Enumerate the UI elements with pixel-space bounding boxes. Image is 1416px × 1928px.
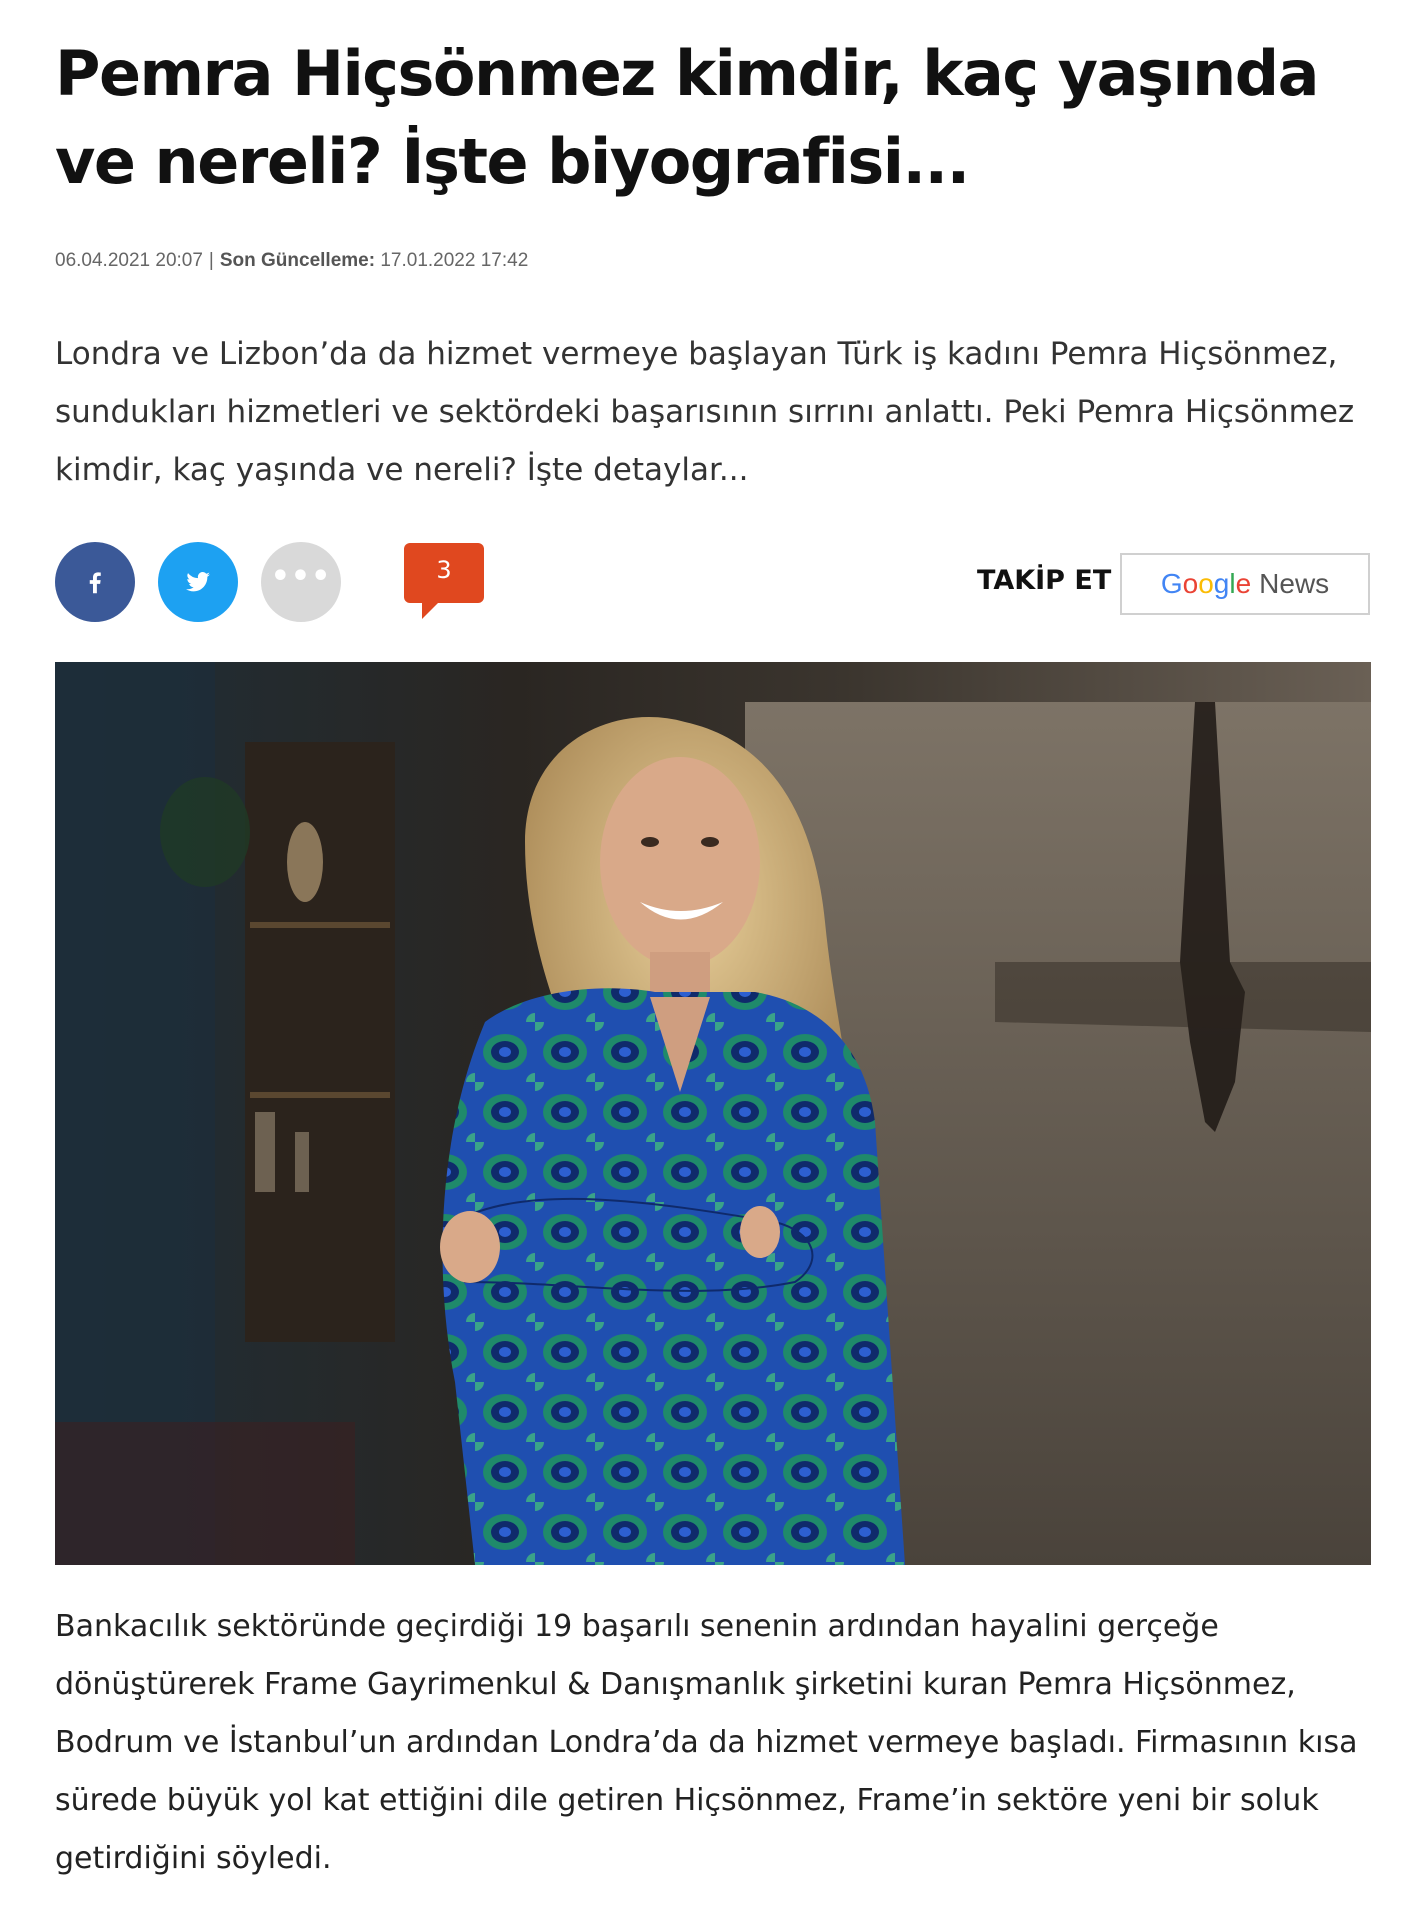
more-icon: •••	[270, 559, 332, 594]
updated-label: Son Güncelleme:	[219, 250, 376, 271]
article-title: Pemra Hiçsönmez kimdir, kaç yaşında ve n…	[55, 37, 1319, 198]
more-share-button[interactable]: •••	[261, 542, 341, 622]
google-news-follow-button[interactable]: Google News	[1120, 553, 1370, 615]
article-body-paragraph: Bankacılık sektöründe geçirdiği 19 başar…	[55, 1609, 1358, 1876]
facebook-share-button[interactable]	[55, 542, 135, 622]
article-spot: Londra ve Lizbon’da da hizmet vermeye ba…	[55, 336, 1355, 488]
twitter-icon	[186, 572, 210, 592]
google-news-logo: Google	[1160, 568, 1252, 599]
twitter-share-button[interactable]	[158, 542, 238, 622]
follow-label: TAKİP ET	[977, 565, 1112, 596]
facebook-icon	[89, 572, 101, 594]
google-news-label: News	[1259, 568, 1330, 599]
published-date: 06.04.2021 20:07	[55, 250, 203, 271]
portrait-photo	[55, 662, 1371, 1565]
article-hero-image	[55, 662, 1371, 1565]
date-separator: |	[208, 250, 214, 271]
comment-count: 3	[436, 556, 452, 584]
updated-date: 17.01.2022 17:42	[380, 250, 529, 271]
article-dates: 06.04.2021 20:07 | Son Güncelleme: 17.01.2…	[55, 250, 528, 272]
comment-count-button[interactable]: 3	[404, 543, 484, 619]
